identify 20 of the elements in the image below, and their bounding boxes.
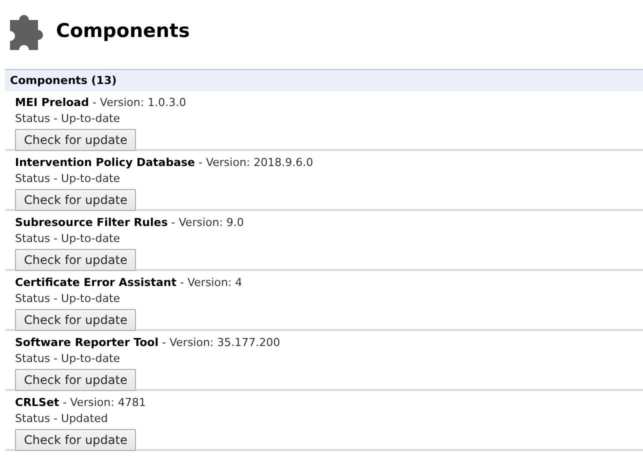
check-for-update-button[interactable]: Check for update: [15, 129, 136, 151]
section-heading: Components (13): [5, 69, 643, 91]
component-title: Subresource Filter Rules - Version: 9.0: [15, 215, 245, 231]
check-for-update-button[interactable]: Check for update: [15, 249, 136, 271]
component-title: Certificate Error Assistant - Version: 4: [15, 275, 244, 291]
check-for-update-button[interactable]: Check for update: [15, 189, 136, 211]
component-status: Status - Up-to-date: [15, 111, 122, 127]
component-status: Status - Up-to-date: [15, 351, 122, 367]
component-status: Status - Up-to-date: [15, 291, 122, 307]
component-status: Status - Up-to-date: [15, 231, 122, 247]
check-for-update-button[interactable]: Check for update: [15, 369, 136, 391]
component-title: Intervention Policy Database - Version: 2018.9.6.0: [15, 155, 314, 171]
check-for-update-button[interactable]: Check for update: [15, 429, 136, 451]
check-for-update-button[interactable]: Check for update: [15, 309, 136, 331]
component-title: CRLSet - Version: 4781: [15, 395, 147, 411]
component-status: Status - Up-to-date: [15, 171, 122, 187]
component-title: Software Reporter Tool - Version: 35.177.200: [15, 335, 282, 351]
component-status: Status - Updated: [15, 411, 109, 427]
component-title: MEI Preload - Version: 1.0.3.0: [15, 95, 188, 111]
page-title: Components: [56, 20, 190, 42]
